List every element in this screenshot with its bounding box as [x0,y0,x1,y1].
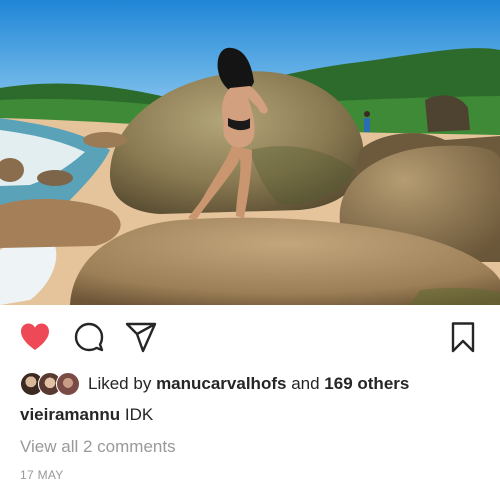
liker-avatars[interactable] [20,372,84,396]
avatar [56,372,80,396]
likes-others-link[interactable]: 169 others [324,374,409,394]
post-photo[interactable] [0,0,500,305]
beach-photo [0,0,500,305]
save-button[interactable] [446,320,486,360]
likes-summary: Liked by manucarvalhofs and 169 others [20,372,409,396]
likes-prefix: Liked by [88,374,152,393]
view-comments-link[interactable]: View all 2 comments [20,437,176,457]
likes-conjunction: and [291,374,320,393]
share-button[interactable] [124,320,164,360]
comment-bubble-icon [74,322,104,352]
post-date: 17 MAY [20,468,64,482]
comment-button[interactable] [72,320,112,360]
like-button[interactable] [18,320,58,360]
liker-username-link[interactable]: manucarvalhofs [156,374,286,394]
heart-filled-icon [21,323,49,350]
author-username-link[interactable]: vieiramannu [20,405,120,424]
post-caption: vieiramannu IDK [20,405,153,425]
caption-text: IDK [124,405,154,424]
bookmark-icon [451,322,475,353]
post-action-bar [0,305,500,367]
paper-plane-icon [125,322,157,353]
